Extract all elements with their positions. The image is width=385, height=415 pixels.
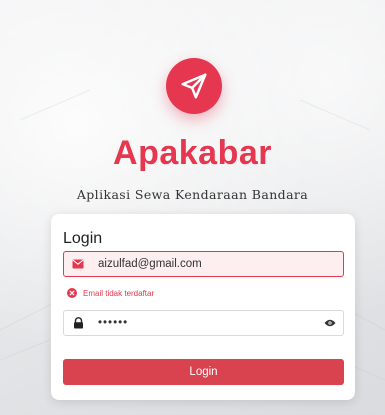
login-card: Login Email tidak terdaftar (51, 214, 355, 400)
password-input[interactable] (92, 311, 317, 335)
password-field (63, 310, 344, 336)
email-field (63, 251, 344, 277)
login-button[interactable]: Login (63, 359, 344, 385)
brand-tagline: Aplikasi Sewa Kendaraan Bandara (76, 187, 309, 202)
paper-plane-icon (181, 73, 207, 99)
error-message: Email tidak terdaftar (83, 288, 155, 298)
login-title: Login (63, 230, 103, 247)
email-error: Email tidak terdaftar (67, 288, 154, 298)
envelope-icon (64, 259, 92, 269)
error-x-icon (67, 288, 77, 298)
lock-icon (64, 317, 92, 329)
brand-name: Apakabar (113, 134, 272, 172)
app-logo (166, 58, 222, 114)
email-input[interactable] (92, 252, 343, 276)
eye-icon[interactable] (317, 319, 343, 327)
